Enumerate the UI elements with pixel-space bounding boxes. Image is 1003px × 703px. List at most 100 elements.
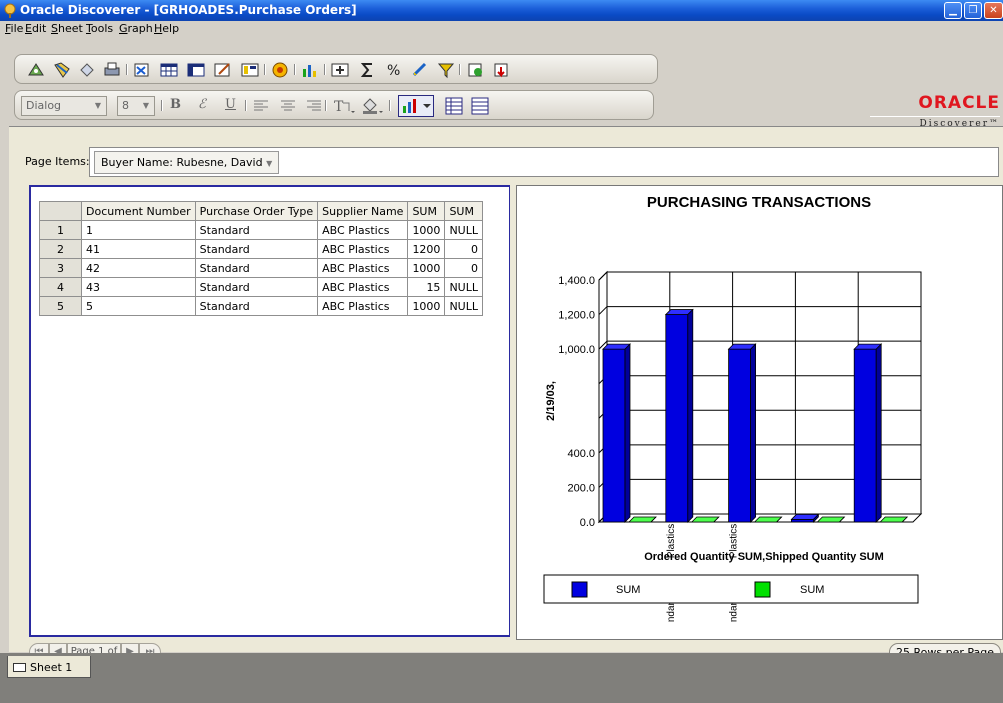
chevron-down-icon: ▼ [142,101,150,110]
filter-icon[interactable] [437,61,455,79]
row-gridlines-icon[interactable] [471,97,489,115]
table-row[interactable]: 1 1 Standard ABC Plastics 1000 NULL [39,220,483,240]
calculation-icon[interactable] [411,61,429,79]
font-family-select[interactable]: Dialog ▼ [21,96,107,116]
legend-swatch-series1 [571,581,588,598]
y-tick-label: 1,400.0 [558,275,595,287]
fill-color-icon[interactable] [361,97,385,115]
row-number: 2 [39,239,82,259]
table-cell[interactable]: ABC Plastics [317,277,409,297]
table-cell[interactable]: Standard [194,258,319,278]
bold-button[interactable]: B [170,97,188,115]
table-cell[interactable]: 43 [81,277,196,297]
drill-icon[interactable] [493,61,511,79]
column-header[interactable]: Purchase Order Type [194,201,319,221]
table-cell[interactable]: 0 [444,258,483,278]
menu-tools[interactable]: Tools [86,22,113,35]
table-cell[interactable]: Standard [194,220,319,240]
italic-button[interactable]: ℰ [198,97,216,115]
menu-graph[interactable]: Graph [119,22,153,35]
table-cell[interactable]: 0 [444,239,483,259]
column-header[interactable]: SUM [407,201,446,221]
chevron-down-icon: ▼ [266,159,273,168]
table-cell[interactable]: 42 [81,258,196,278]
table-cell[interactable]: NULL [444,220,483,240]
table-cell[interactable]: ABC Plastics [317,258,409,278]
sum-icon[interactable] [359,61,377,79]
font-size-select[interactable]: 8 ▼ [117,96,155,116]
bar-series1 [853,348,877,523]
row-number: 4 [39,277,82,297]
maximize-button[interactable]: ❐ [964,2,982,19]
x-axis-label: Ordered Quantity SUM,Shipped Quantity SU… [644,551,884,563]
percent-icon[interactable]: % [385,61,403,79]
table-cell[interactable]: 1000 [407,258,446,278]
bar-chart: PURCHASING TRANSACTIONS 0.0 200.0 400.0 1,00… [543,194,923,622]
chart-title: PURCHASING TRANSACTIONS [647,194,871,211]
table-cell[interactable]: 1200 [407,239,446,259]
legend-label-series1: SUM [616,584,640,596]
y-tick-label: 1,000.0 [558,344,595,356]
column-header[interactable]: Document Number [81,201,196,221]
table-cell[interactable]: ABC Plastics [317,296,409,316]
text-format-icon[interactable]: T [333,97,357,115]
table-row[interactable]: 3 42 Standard ABC Plastics 1000 0 [39,258,483,278]
table-cell[interactable]: 1 [81,220,196,240]
table-cell[interactable]: Standard [194,277,319,297]
table-cell[interactable]: 5 [81,296,196,316]
align-right-icon[interactable] [305,97,323,115]
format-toolbar: Dialog ▼ 8 ▼ B ℰ U T [14,90,654,120]
bar-series1-side [875,343,882,523]
graph-icon[interactable] [301,61,319,79]
toolbar-area: % Dialog ▼ 8 ▼ B ℰ U T ORACLE Discoverer™ [0,37,1003,129]
table-cell[interactable]: Standard [194,239,319,259]
align-left-icon[interactable] [252,97,270,115]
table-cell[interactable]: 15 [407,277,446,297]
print-icon[interactable] [103,61,121,79]
bar-series1 [602,348,626,523]
crosstab-icon[interactable] [187,61,205,79]
menu-sheet[interactable]: Sheet [51,22,83,35]
column-header[interactable]: Supplier Name [317,201,409,221]
edit-sheet-icon[interactable] [214,61,232,79]
graph-type-select[interactable] [398,95,434,117]
data-table: Document Number Purchase Order Type Supp… [39,201,483,316]
table-cell[interactable]: 1000 [407,296,446,316]
table-cell[interactable]: 41 [81,239,196,259]
refresh-icon[interactable] [467,61,485,79]
table-cell[interactable]: ABC Plastics [317,220,409,240]
column-header[interactable]: SUM [444,201,483,221]
row-number: 1 [39,220,82,240]
graph-pane: PURCHASING TRANSACTIONS 0.0 200.0 400.0 1,00… [516,185,1003,640]
pivot-icon[interactable] [331,61,349,79]
underline-button[interactable]: U [225,97,243,115]
minimize-button[interactable]: ▁ [944,2,962,19]
table-icon[interactable] [160,61,178,79]
close-button[interactable]: ✕ [984,2,1003,19]
save-icon[interactable] [78,61,96,79]
table-cell[interactable]: 1000 [407,220,446,240]
table-cell[interactable]: NULL [444,277,483,297]
legend-label-series2: SUM [800,584,824,596]
table-row[interactable]: 2 41 Standard ABC Plastics 1200 0 [39,239,483,259]
exceptions-icon[interactable] [271,61,289,79]
gridlines-icon[interactable] [445,97,463,115]
buyer-name-dropdown[interactable]: Buyer Name: Rubesne, David ▼ [94,151,280,174]
menu-file[interactable]: File [5,22,23,35]
align-center-icon[interactable] [279,97,297,115]
layout-icon[interactable] [241,61,259,79]
table-cell[interactable]: ABC Plastics [317,239,409,259]
open-workbook-icon[interactable] [53,61,71,79]
table-row[interactable]: 4 43 Standard ABC Plastics 15 NULL [39,277,483,297]
sql-inspector-icon[interactable] [133,61,151,79]
table-cell[interactable]: NULL [444,296,483,316]
workbook-wizard-icon[interactable] [27,61,45,79]
sheet-tab[interactable]: Sheet 1 [7,656,91,678]
corner-cell [39,201,82,221]
menu-help[interactable]: Help [154,22,179,35]
table-row[interactable]: 5 5 Standard ABC Plastics 1000 NULL [39,296,483,316]
table-cell[interactable]: Standard [194,296,319,316]
row-number: 3 [39,258,82,278]
bar-series1 [728,348,752,523]
menu-edit[interactable]: Edit [25,22,46,35]
